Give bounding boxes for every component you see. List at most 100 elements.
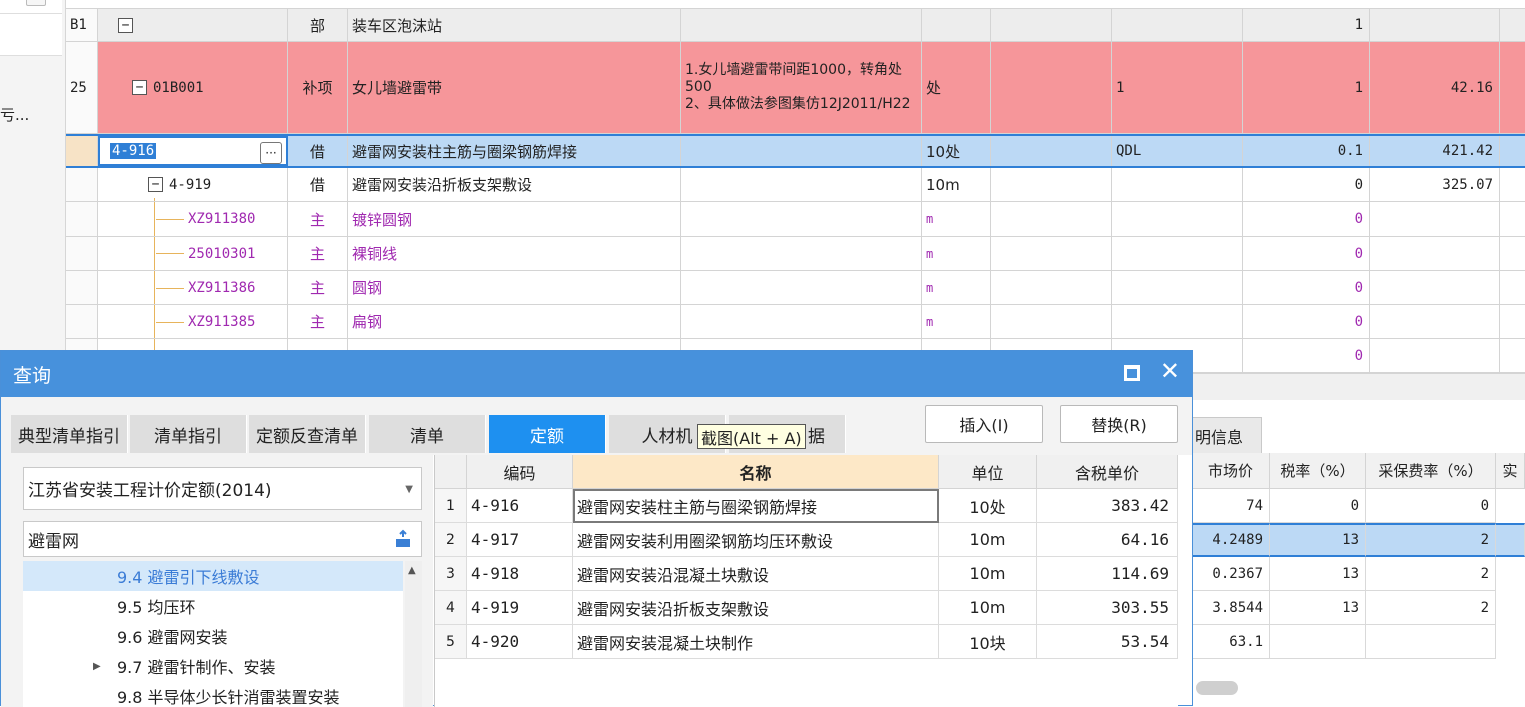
insert-button[interactable]: 插入(I) [925,405,1043,443]
table-row[interactable]: XZ911385 主 扁钢 m 0 [66,305,1525,339]
column-header-unit[interactable]: 单位 [939,455,1037,489]
tree-node[interactable]: 9.5 均压环 [23,591,403,621]
fee-rate-cell: 2 [1366,557,1496,591]
blank-cell [991,271,1112,304]
table-row[interactable]: B1 − 部 装车区泡沫站 1 [66,8,1525,42]
column-header-name[interactable]: 名称 [573,455,939,489]
left-stub-top [0,0,62,14]
quota-unit[interactable]: 10块 [939,625,1037,659]
tab-quota-reverse-lookup[interactable]: 定额反查清单 [249,415,366,453]
maximize-icon[interactable] [1124,365,1140,381]
quota-code[interactable]: 4-920 [467,625,573,659]
tab-typical-bill-guide[interactable]: 典型清单指引 [11,415,128,453]
tab-detail-info[interactable]: 明信息 [1192,417,1262,453]
column-header[interactable]: 实 [1496,453,1525,489]
quota-code[interactable]: 4-918 [467,557,573,591]
qty-expr-cell [1112,9,1243,41]
quota-unit[interactable]: 10处 [939,489,1037,523]
price-cell: 42.16 [1370,42,1500,133]
quota-unit[interactable]: 10m [939,591,1037,625]
price-cell [1370,9,1500,41]
name-cell: 避雷网安装沿折板支架敷设 [348,168,681,201]
code-cell: − 4-919 [98,168,288,201]
table-row[interactable]: 25 − 01B001 补项 女儿墙避雷带 1.女儿墙避雷带间距1000，转角处… [66,42,1525,134]
column-header[interactable]: 税率（%） [1270,453,1366,489]
quota-results-grid: 编码 名称 单位 含税单价 1 4-916 避雷网安装柱主筋与圈梁钢筋焊接 10… [434,455,1178,707]
quota-code[interactable]: 4-916 [467,489,573,523]
tree-node[interactable]: 9.6 避雷网安装 [23,621,403,651]
quota-price[interactable]: 383.42 [1037,489,1178,523]
dialog-tab-bar: 典型清单指引 清单指引 定额反查清单 清单 定额 人材机 据 插入(I) 替换(… [1,397,1192,455]
qty-cell: 0 [1243,237,1370,270]
market-price-cell: 63.1 [1192,625,1270,659]
replace-button[interactable]: 替换(R) [1060,405,1178,443]
table-row[interactable]: − 4-919 借 避雷网安装沿折板支架敷设 10m 0 325.07 [66,168,1525,202]
qty-cell: 0 [1243,339,1370,372]
blank-cell [991,136,1112,166]
close-icon[interactable]: ✕ [1160,357,1180,385]
price-cell: 421.42 [1370,136,1500,166]
feature-cell [681,9,922,41]
tree-scrollbar[interactable]: ▲ [405,561,422,707]
quota-name[interactable]: 避雷网安装柱主筋与圈梁钢筋焊接 [573,489,939,523]
quota-name[interactable]: 避雷网安装混凝土块制作 [573,625,939,659]
tree-node[interactable]: 9.8 半导体少长针消雷装置安装 [23,681,403,707]
horizontal-scrollbar-thumb[interactable] [1196,681,1238,695]
quota-price[interactable]: 114.69 [1037,557,1178,591]
category-cell: 借 [288,136,348,166]
column-header-price[interactable]: 含税单价 [1037,455,1178,489]
detail-panel: 明信息 市场价 税率（%） 采保费率（%） 实 74 0 0 4.2489 13… [1192,405,1525,706]
collapse-toggle-icon[interactable]: − [148,177,163,192]
table-row[interactable]: XZ911386 主 圆钢 m 0 [66,271,1525,305]
chevron-right-icon[interactable]: ▶ [93,661,101,672]
search-input[interactable]: 避雷网 [23,521,422,557]
quota-code[interactable]: 4-919 [467,591,573,625]
left-stub-label: 亏... [0,106,30,124]
category-cell: 主 [288,271,348,304]
collapse-button[interactable] [26,0,46,6]
table-row[interactable]: XZ911380 主 镀锌圆钢 m 0 [66,202,1525,237]
table-row[interactable]: 25010301 主 裸铜线 m 0 [66,237,1525,271]
tab-bill-guide[interactable]: 清单指引 [130,415,247,453]
category-cell: 主 [288,237,348,270]
qty-cell: 0 [1243,168,1370,201]
collapse-toggle-icon[interactable]: − [132,80,147,95]
search-locate-icon[interactable] [393,529,413,549]
quota-name[interactable]: 避雷网安装沿折板支架敷设 [573,591,939,625]
code-edit-cell[interactable]: 4-916 ··· [98,136,288,166]
quota-price[interactable]: 53.54 [1037,625,1178,659]
more-options-icon[interactable]: ··· [260,142,282,164]
row-number: 4 [435,591,467,625]
quota-price[interactable]: 64.16 [1037,523,1178,557]
price-cell [1370,305,1500,338]
column-header[interactable]: 采保费率（%） [1366,453,1496,489]
row-seq: 25 [66,42,98,133]
blank-cell [991,42,1112,133]
quota-code[interactable]: 4-917 [467,523,573,557]
quota-library-select[interactable]: 江苏省安装工程计价定额(2014) ▼ [23,467,422,510]
code-cell: XZ911380 [98,202,288,236]
tax-rate-cell: 0 [1270,489,1366,523]
fee-rate-cell: 0 [1366,489,1496,523]
scroll-up-icon[interactable]: ▲ [408,565,416,576]
query-dialog: 查询 ✕ 典型清单指引 清单指引 定额反查清单 清单 定额 人材机 据 插入(I… [0,350,1193,707]
table-row-selected[interactable]: 4-916 ··· 借 避雷网安装柱主筋与圈梁钢筋焊接 10处 QDL 0.1 … [66,134,1525,168]
tax-rate-cell [1270,625,1366,659]
dialog-titlebar[interactable]: 查询 ✕ [1,351,1192,397]
blank-cell [991,305,1112,338]
quota-price[interactable]: 303.55 [1037,591,1178,625]
quota-name[interactable]: 避雷网安装利用圈梁钢筋均压环敷设 [573,523,939,557]
tab-bill[interactable]: 清单 [369,415,486,453]
tab-quota[interactable]: 定额 [489,415,606,453]
quota-unit[interactable]: 10m [939,557,1037,591]
tree-node[interactable]: 9.4 避雷引下线敷设 [23,561,403,591]
bill-grid: B1 − 部 装车区泡沫站 1 25 − 01B001 补项 女儿墙避雷带 1.… [66,0,1525,400]
fee-rate-cell: 2 [1366,591,1496,625]
collapse-toggle-icon[interactable]: − [118,17,133,33]
column-header[interactable]: 市场价 [1192,453,1270,489]
tree-node-expandable[interactable]: ▶ 9.7 避雷针制作、安装 [23,651,403,681]
quota-name[interactable]: 避雷网安装沿混凝土块敷设 [573,557,939,591]
quota-unit[interactable]: 10m [939,523,1037,557]
market-price-cell: 74 [1192,489,1270,523]
column-header-code[interactable]: 编码 [467,455,573,489]
